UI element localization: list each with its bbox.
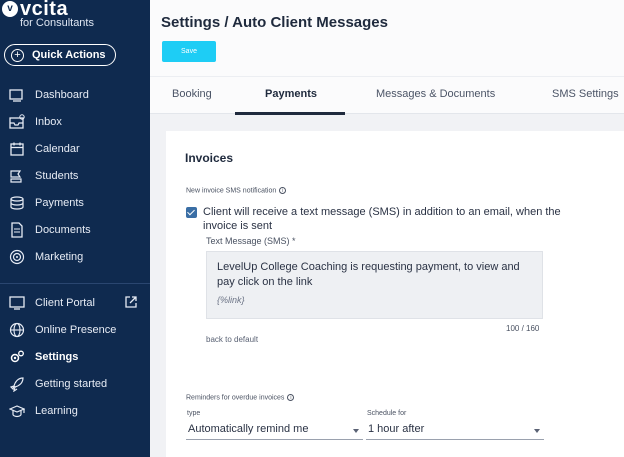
external-link-icon <box>125 296 137 308</box>
brand-subtitle: for Consultants <box>20 17 94 29</box>
sidebar-item-online-presence[interactable]: Online Presence <box>0 319 150 341</box>
reminder-type-value: Automatically remind me <box>188 423 309 435</box>
dashboard-icon <box>8 86 26 104</box>
reminder-type-select[interactable]: Automatically remind me <box>186 422 363 440</box>
sidebar-item-label: Dashboard <box>35 89 89 101</box>
active-tab-indicator <box>235 112 345 115</box>
sms-notification-checkbox-label: Client will receive a text message (SMS)… <box>203 206 561 232</box>
tab-payments[interactable]: Payments <box>265 88 317 100</box>
schedule-label: Schedule for <box>367 410 407 417</box>
client-portal-icon <box>8 294 26 312</box>
sidebar-item-inbox[interactable]: Inbox <box>0 111 150 133</box>
sidebar-item-settings[interactable]: Settings <box>0 346 150 368</box>
sidebar-item-students[interactable]: Students <box>0 165 150 187</box>
back-to-default-link[interactable]: back to default <box>206 335 258 344</box>
sidebar-item-calendar[interactable]: Calendar <box>0 138 150 160</box>
rocket-icon <box>8 375 26 393</box>
tab-sms-settings[interactable]: SMS Settings <box>552 88 619 100</box>
type-label: type <box>187 410 201 417</box>
info-icon[interactable]: i <box>279 187 287 194</box>
sidebar-divider <box>0 283 150 284</box>
character-counter: 100 / 160 <box>506 324 540 333</box>
chevron-down-icon <box>353 429 359 433</box>
globe-icon <box>8 321 26 339</box>
invoices-card: Invoices New invoice SMS notification i C… <box>166 131 624 457</box>
new-invoice-label-text: New invoice SMS notification <box>186 187 277 195</box>
schedule-select[interactable]: 1 hour after <box>366 422 544 440</box>
sms-link-placeholder: {%link} <box>217 295 245 305</box>
sidebar-item-marketing[interactable]: Marketing <box>0 246 150 268</box>
sidebar-item-label: Getting started <box>35 378 108 390</box>
sidebar-item-label: Students <box>35 170 79 182</box>
sidebar-item-label: Client Portal <box>35 297 95 309</box>
calendar-icon <box>8 140 26 158</box>
sms-message-text: LevelUp College Coaching is requesting p… <box>217 261 520 288</box>
reminders-label: Reminders for overdue invoices i <box>186 394 295 402</box>
sidebar-item-dashboard[interactable]: Dashboard <box>0 84 150 106</box>
reminders-label-text: Reminders for overdue invoices <box>186 394 285 402</box>
sidebar-item-client-portal[interactable]: Client Portal <box>0 292 150 314</box>
sms-message-textarea[interactable]: LevelUp College Coaching is requesting p… <box>206 251 543 319</box>
sms-notification-checkbox[interactable] <box>186 207 197 218</box>
payments-icon <box>8 194 26 212</box>
save-button[interactable]: Save <box>162 41 216 62</box>
sidebar: v vcita for Consultants + Quick Actions … <box>0 0 150 457</box>
page-title: Settings / Auto Client Messages <box>161 14 388 31</box>
plus-icon: + <box>11 48 24 62</box>
tab-messages-documents[interactable]: Messages & Documents <box>376 88 495 100</box>
vcita-logo-icon: v <box>2 1 18 17</box>
quick-actions-button[interactable]: + Quick Actions <box>4 44 116 66</box>
quick-actions-label: Quick Actions <box>32 49 106 61</box>
sidebar-item-learning[interactable]: Learning <box>0 400 150 422</box>
marketing-icon <box>8 248 26 266</box>
tabs-bar: Booking Payments Messages & Documents SM… <box>150 76 624 115</box>
sidebar-item-label: Learning <box>35 405 78 417</box>
inbox-icon <box>8 113 26 131</box>
sidebar-item-label: Documents <box>35 224 91 236</box>
sidebar-item-payments[interactable]: Payments <box>0 192 150 214</box>
tab-booking[interactable]: Booking <box>172 88 212 100</box>
schedule-value: 1 hour after <box>368 423 425 435</box>
sidebar-item-documents[interactable]: Documents <box>0 219 150 241</box>
main-content: Settings / Auto Client Messages Save Boo… <box>150 0 624 457</box>
students-icon <box>8 167 26 185</box>
sidebar-item-label: Settings <box>35 351 79 363</box>
sidebar-item-label: Calendar <box>35 143 80 155</box>
page-header: Settings / Auto Client Messages Save <box>150 0 624 76</box>
sidebar-item-label: Online Presence <box>35 324 117 336</box>
graduation-cap-icon <box>8 402 26 420</box>
sidebar-item-getting-started[interactable]: Getting started <box>0 373 150 395</box>
chevron-down-icon <box>534 429 540 433</box>
sidebar-item-label: Inbox <box>35 116 62 128</box>
gear-icon <box>8 348 26 366</box>
sms-text-label: Text Message (SMS) * <box>206 236 296 246</box>
brand[interactable]: v vcita for Consultants <box>0 0 150 36</box>
new-invoice-label: New invoice SMS notification i <box>186 187 287 195</box>
documents-icon <box>8 221 26 239</box>
sidebar-item-label: Payments <box>35 197 84 209</box>
sidebar-item-label: Marketing <box>35 251 84 263</box>
invoices-title: Invoices <box>185 151 234 165</box>
info-icon[interactable]: i <box>287 394 295 401</box>
